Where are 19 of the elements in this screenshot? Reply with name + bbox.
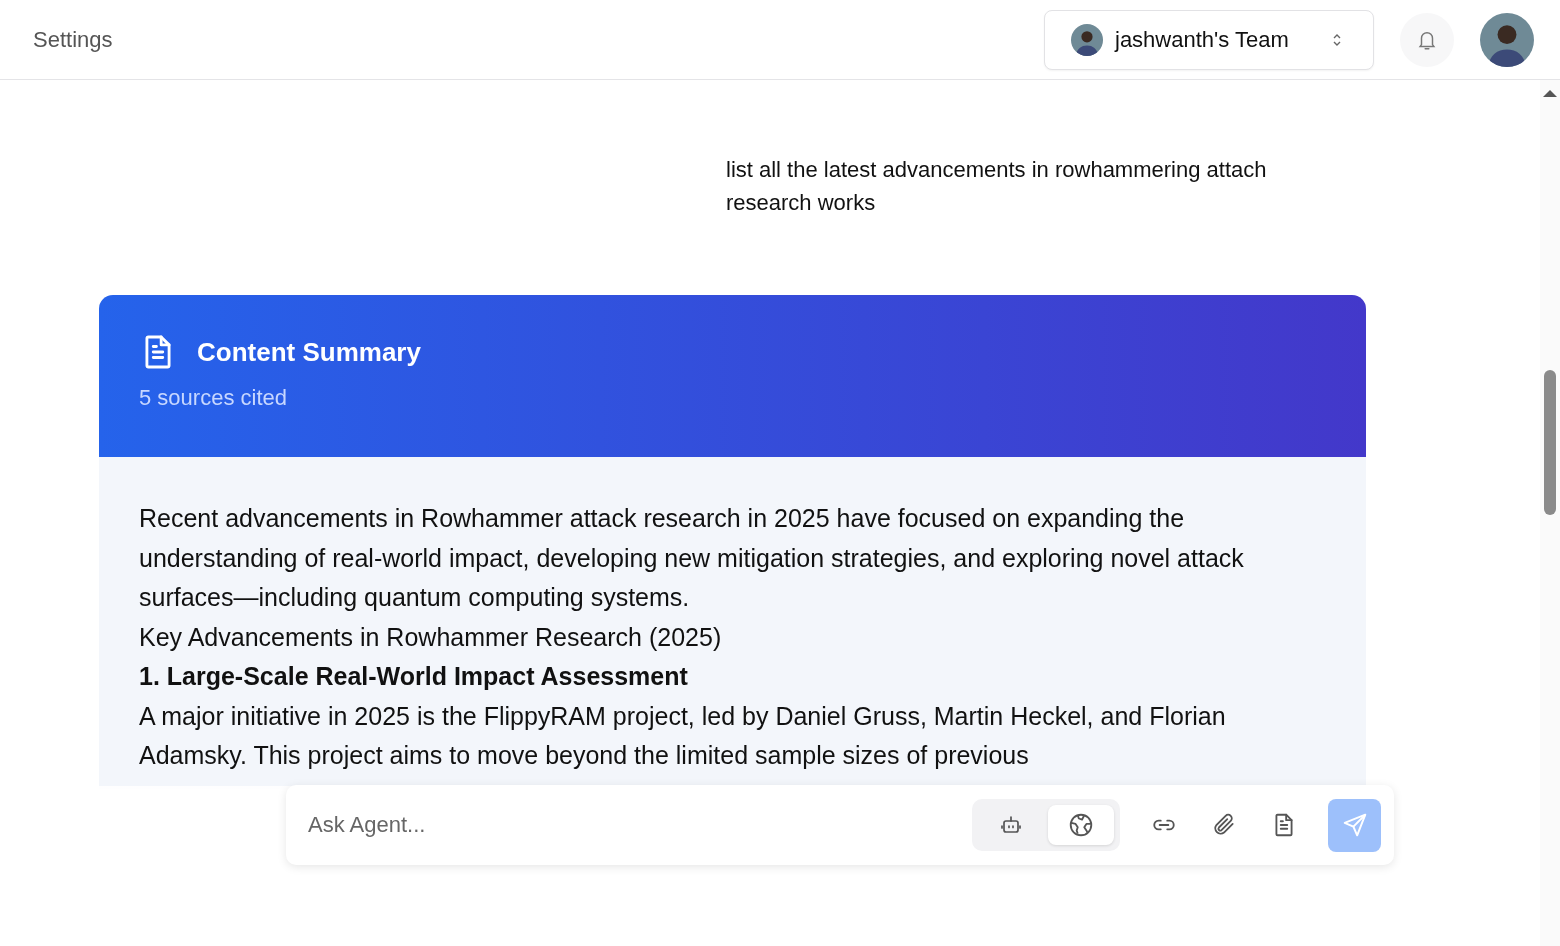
user-message: list all the latest advancements in rowhammering attach research works	[726, 156, 1268, 217]
summary-title: Content Summary	[197, 336, 421, 368]
scrollbar[interactable]	[1540, 80, 1560, 946]
ask-field[interactable]: Ask Agent...	[306, 804, 964, 846]
sources-count: 5 sources cited	[139, 385, 288, 411]
paragraph: A major initiative in 2025 is the FlippyRAM project, led by Daniel Gruss, Martin Heckel, and Florian Adamsky. This project aims to move beyond the limited sample sizes of previous	[139, 700, 1227, 771]
avatar-icon	[1480, 12, 1534, 67]
profile-button[interactable]	[1480, 12, 1534, 67]
send-icon	[1341, 812, 1368, 838]
paragraph: Recent advancements in Rowhammer attack research in 2025 have focused on expanding the understanding of real-world impact, developing new mitigation strategies, and exploring novel attack surfaces—including quantum computing systems.	[139, 503, 1245, 613]
globe-icon	[1068, 812, 1094, 838]
page-title: Settings	[33, 26, 114, 53]
paragraph: Key Advancements in Rowhammer Research (2025)	[139, 621, 723, 653]
scroll-up-icon[interactable]	[1543, 88, 1557, 98]
avatar-icon	[1071, 23, 1103, 56]
section-heading: 1. Large-Scale Real-World Impact Assessment	[139, 661, 689, 692]
scrollbar-thumb[interactable]	[1544, 370, 1556, 515]
web-mode-button[interactable]	[1048, 805, 1114, 845]
team-switcher[interactable]: jashwanth's Team	[1044, 9, 1374, 70]
